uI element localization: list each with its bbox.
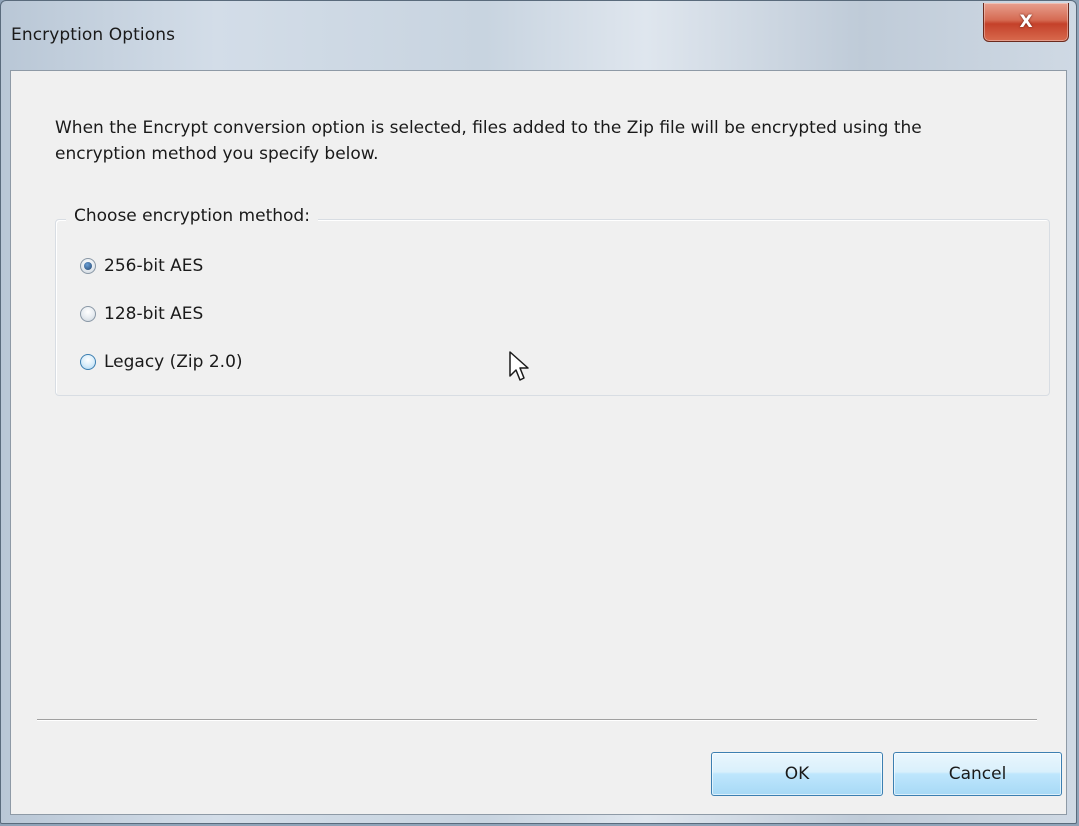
radio-label: 256-bit AES	[104, 256, 204, 276]
ok-button[interactable]: OK	[711, 752, 883, 796]
radio-option-256-bit-aes[interactable]: 256-bit AES	[80, 253, 203, 279]
radio-button-selected[interactable]	[80, 258, 96, 274]
radio-button[interactable]	[80, 306, 96, 322]
radio-option-legacy-zip[interactable]: Legacy (Zip 2.0)	[80, 349, 243, 375]
encryption-method-group: Choose encryption method: 256-bit AES 12…	[55, 206, 1050, 396]
group-legend: Choose encryption method:	[66, 206, 318, 226]
radio-label: Legacy (Zip 2.0)	[104, 352, 243, 372]
cancel-button[interactable]: Cancel	[893, 752, 1062, 796]
dialog-title: Encryption Options	[11, 25, 176, 45]
dialog-content: When the Encrypt conversion option is se…	[10, 70, 1067, 815]
radio-option-128-bit-aes[interactable]: 128-bit AES	[80, 301, 203, 327]
title-bar[interactable]: Encryption Options X	[1, 1, 1076, 70]
encryption-options-dialog: Encryption Options X When the Encrypt co…	[0, 0, 1077, 824]
radio-button[interactable]	[80, 354, 96, 370]
footer-separator	[37, 719, 1037, 721]
close-icon: X	[1019, 12, 1033, 32]
close-button[interactable]: X	[983, 3, 1069, 42]
description-text: When the Encrypt conversion option is se…	[55, 118, 922, 164]
radio-label: 128-bit AES	[104, 304, 204, 324]
